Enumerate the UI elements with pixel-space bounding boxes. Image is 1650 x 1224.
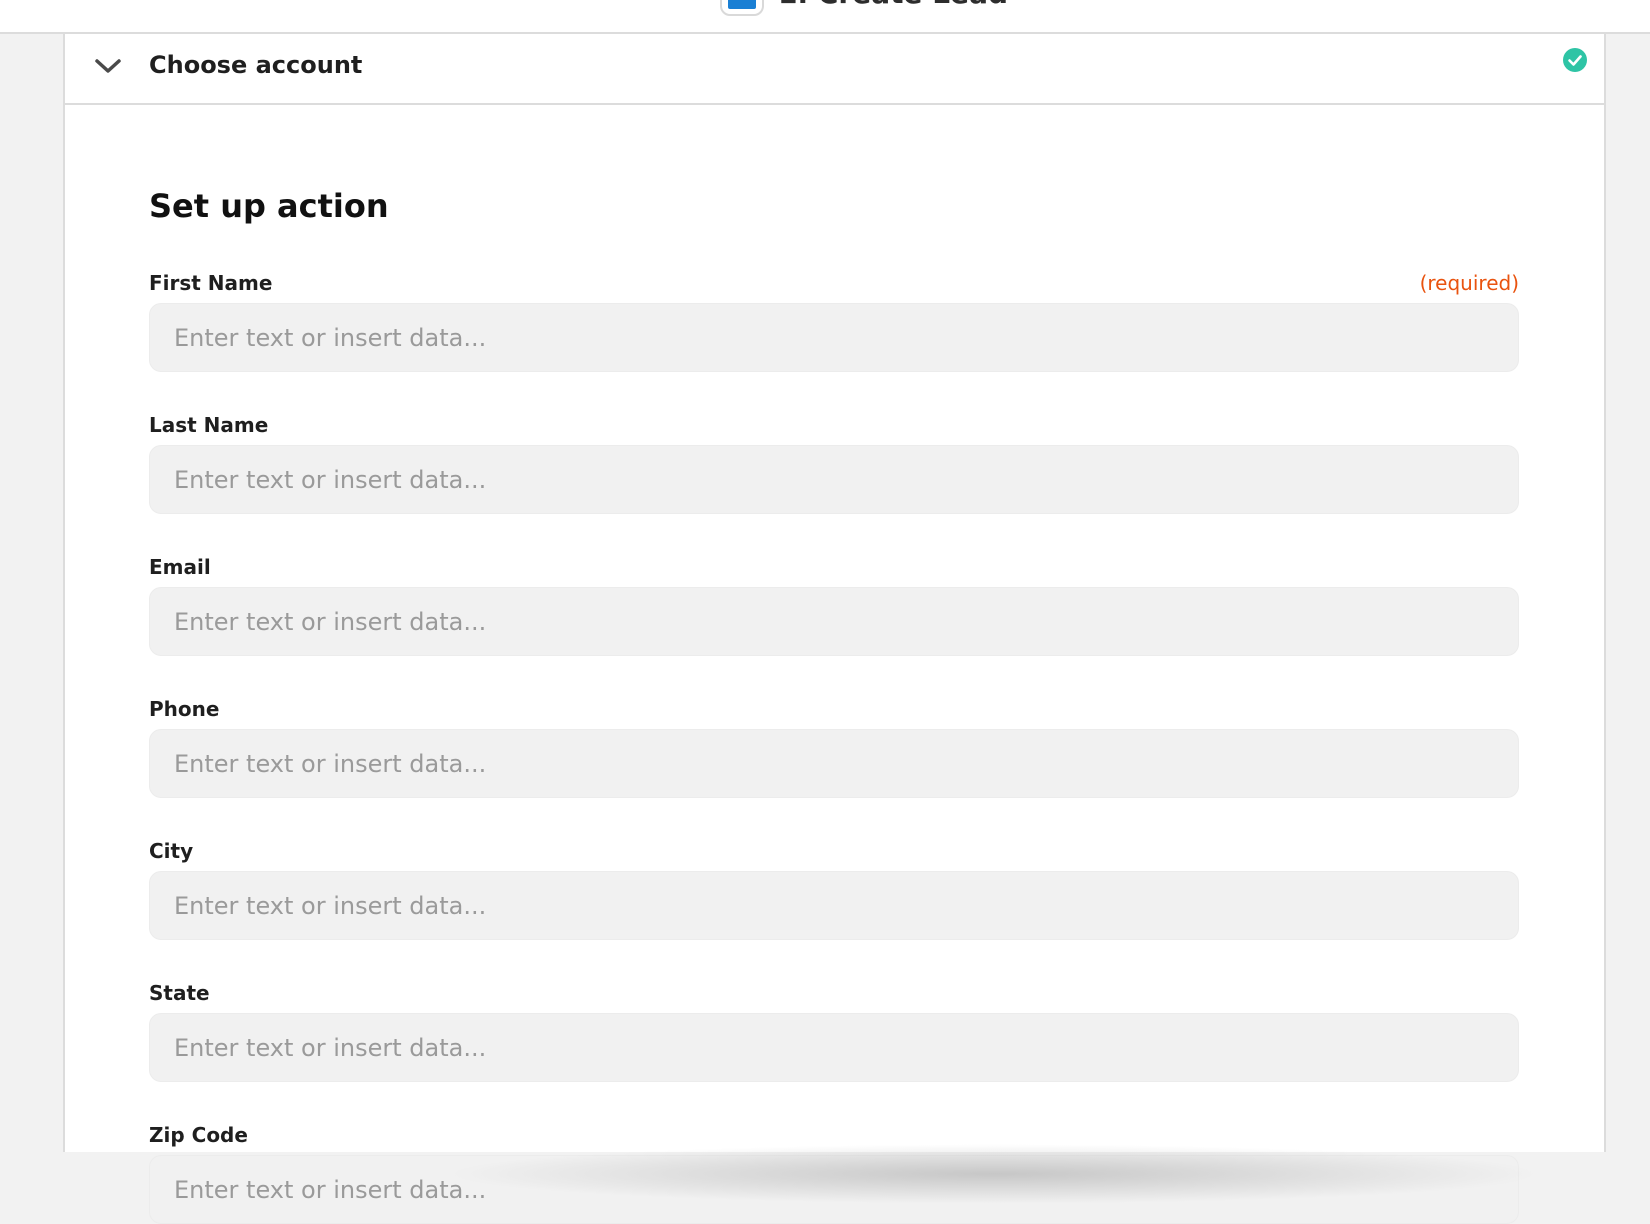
step-editor-panel: Choose account Set up action First Name … <box>63 34 1606 1224</box>
step-title: 1. Create Lead <box>778 0 1008 8</box>
step-app-badge <box>720 0 764 16</box>
phone-input[interactable] <box>149 729 1519 798</box>
field-label: First Name <box>149 271 273 295</box>
city-input[interactable] <box>149 871 1519 940</box>
field-label: Zip Code <box>149 1123 248 1147</box>
app-icon <box>728 0 756 9</box>
field-label: Phone <box>149 697 220 721</box>
chevron-down-icon[interactable] <box>93 54 123 78</box>
first-name-input[interactable] <box>149 303 1519 372</box>
field-label: State <box>149 981 210 1005</box>
choose-account-title: Choose account <box>149 51 363 79</box>
email-input[interactable] <box>149 587 1519 656</box>
required-indicator: (required) <box>1419 271 1519 295</box>
top-bar: 1. Create Lead <box>0 0 1650 34</box>
field-label: Last Name <box>149 413 269 437</box>
zip-code-input[interactable] <box>149 1155 1519 1224</box>
state-input[interactable] <box>149 1013 1519 1082</box>
field-label: Email <box>149 555 211 579</box>
setup-action-title: Set up action <box>149 187 389 225</box>
choose-account-section-header[interactable]: Choose account <box>65 34 1604 105</box>
last-name-input[interactable] <box>149 445 1519 514</box>
field-label: City <box>149 839 194 863</box>
check-circle-icon <box>1563 48 1587 72</box>
